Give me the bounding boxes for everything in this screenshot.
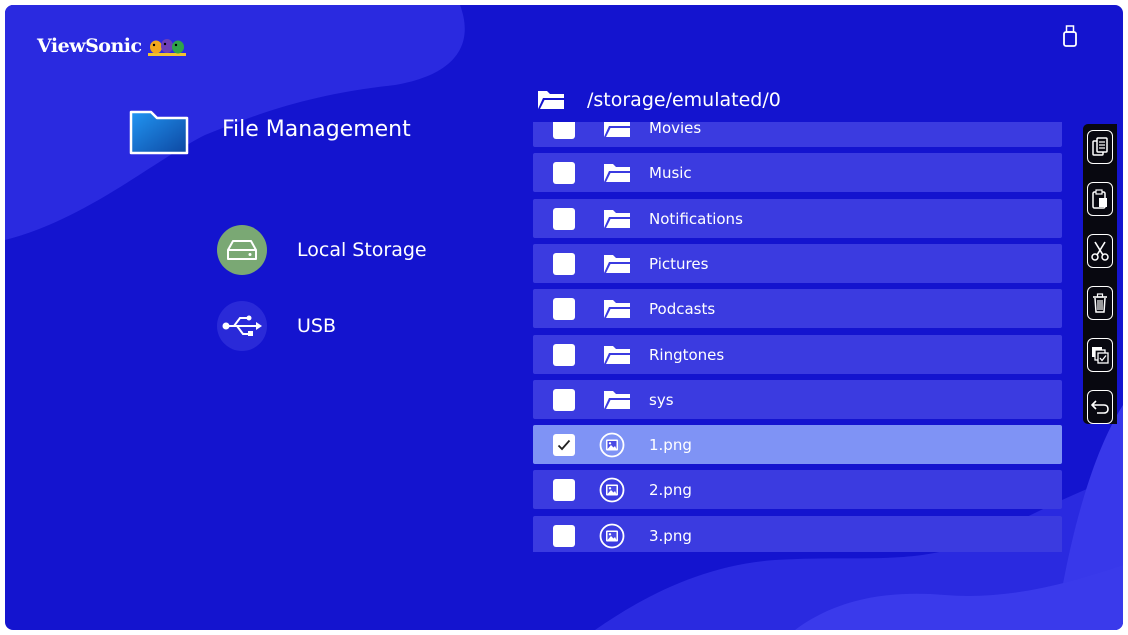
file-name: Music	[649, 163, 692, 182]
folder-icon	[603, 380, 631, 419]
list-item[interactable]: Music	[533, 153, 1062, 192]
list-item[interactable]: 1.png	[533, 425, 1062, 464]
viewsonic-logo: ViewSonic	[37, 31, 186, 61]
sidebar-item-usb[interactable]: USB	[217, 299, 457, 353]
file-name: Podcasts	[649, 299, 716, 318]
file-name: 1.png	[649, 435, 692, 454]
checkbox[interactable]	[553, 122, 575, 139]
list-item[interactable]: Movies	[533, 122, 1062, 147]
folder-icon	[603, 289, 631, 328]
list-item[interactable]: Podcasts	[533, 289, 1062, 328]
copy-button[interactable]	[1087, 130, 1113, 164]
folder-icon	[603, 199, 631, 238]
sidebar-item-label: Local Storage	[297, 239, 427, 261]
paste-button[interactable]	[1087, 182, 1113, 216]
file-list[interactable]: Movies Music Notifications Pictures Podcasts…	[533, 122, 1063, 552]
folder-icon	[603, 122, 631, 147]
back-icon	[1091, 400, 1109, 414]
cut-button[interactable]	[1087, 234, 1113, 268]
checkbox[interactable]	[553, 161, 575, 184]
sidebar-item-label: USB	[297, 315, 337, 337]
file-name: Pictures	[649, 254, 709, 273]
file-name: 2.png	[649, 480, 692, 499]
brand-name: ViewSonic	[37, 35, 142, 57]
checkbox[interactable]	[553, 433, 575, 456]
folder-icon	[129, 110, 189, 155]
delete-button[interactable]	[1087, 286, 1113, 320]
birds-logo-icon	[147, 39, 186, 56]
paste-icon	[1092, 189, 1107, 209]
list-item[interactable]: Pictures	[533, 244, 1062, 283]
list-item[interactable]: Ringtones	[533, 335, 1062, 374]
file-name: Movies	[649, 122, 702, 137]
list-item[interactable]: sys	[533, 380, 1062, 419]
file-name: 3.png	[649, 526, 692, 545]
file-name: sys	[649, 390, 674, 409]
delete-icon	[1093, 293, 1107, 313]
file-name: Ringtones	[649, 345, 725, 364]
hard-drive-icon	[217, 225, 267, 275]
file-name: Notifications	[649, 209, 743, 228]
current-path: /storage/emulated/0	[587, 89, 781, 111]
checkbox[interactable]	[553, 388, 575, 411]
folder-icon	[603, 153, 631, 192]
breadcrumb: /storage/emulated/0	[537, 87, 781, 113]
folder-icon	[603, 335, 631, 374]
sidebar-item-local-storage[interactable]: Local Storage	[217, 223, 457, 277]
usb-drive-icon	[1063, 25, 1077, 47]
checkbox[interactable]	[553, 343, 575, 366]
list-item[interactable]: 3.png	[533, 516, 1062, 552]
back-button[interactable]	[1087, 390, 1113, 424]
checkmark-icon	[557, 439, 571, 450]
page-title: File Management	[222, 117, 411, 142]
checkbox[interactable]	[553, 524, 575, 547]
select-all-icon	[1092, 347, 1109, 364]
checkbox[interactable]	[553, 252, 575, 275]
list-item[interactable]: 2.png	[533, 470, 1062, 509]
checkbox[interactable]	[553, 297, 575, 320]
usb-icon	[217, 301, 267, 351]
checkbox[interactable]	[553, 207, 575, 230]
copy-icon	[1092, 137, 1108, 156]
folder-icon	[538, 91, 564, 109]
select-all-button[interactable]	[1087, 338, 1113, 372]
file-manager-screen: ViewSonic File Management Local Storage …	[5, 5, 1123, 630]
folder-icon	[603, 244, 631, 283]
image-file-icon	[599, 516, 625, 552]
image-file-icon	[599, 470, 625, 509]
checkbox[interactable]	[553, 478, 575, 501]
image-file-icon	[599, 425, 625, 464]
cut-icon	[1091, 241, 1109, 261]
list-item[interactable]: Notifications	[533, 199, 1062, 238]
action-toolbar	[1083, 124, 1117, 424]
